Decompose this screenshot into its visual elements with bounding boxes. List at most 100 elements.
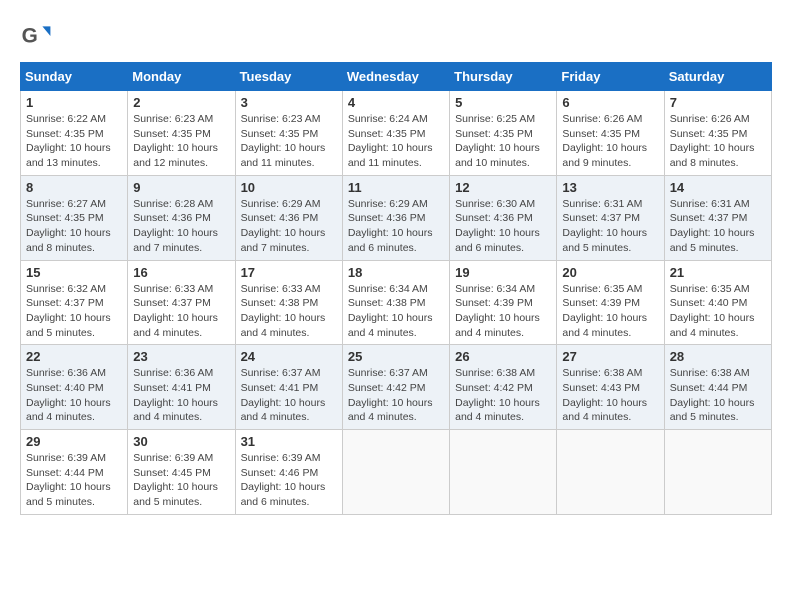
- day-info: Sunrise: 6:32 AM Sunset: 4:37 PM Dayligh…: [26, 282, 122, 341]
- day-info: Sunrise: 6:37 AM Sunset: 4:41 PM Dayligh…: [241, 366, 337, 425]
- day-number: 30: [133, 434, 229, 449]
- day-number: 19: [455, 265, 551, 280]
- calendar-cell: 4 Sunrise: 6:24 AM Sunset: 4:35 PM Dayli…: [342, 91, 449, 176]
- weekday-header-friday: Friday: [557, 63, 664, 91]
- svg-text:G: G: [22, 24, 38, 47]
- day-info: Sunrise: 6:33 AM Sunset: 4:37 PM Dayligh…: [133, 282, 229, 341]
- day-info: Sunrise: 6:39 AM Sunset: 4:46 PM Dayligh…: [241, 451, 337, 510]
- day-number: 23: [133, 349, 229, 364]
- weekday-header-monday: Monday: [128, 63, 235, 91]
- calendar-cell: 14 Sunrise: 6:31 AM Sunset: 4:37 PM Dayl…: [664, 175, 771, 260]
- day-info: Sunrise: 6:37 AM Sunset: 4:42 PM Dayligh…: [348, 366, 444, 425]
- day-info: Sunrise: 6:38 AM Sunset: 4:44 PM Dayligh…: [670, 366, 766, 425]
- calendar-week-1: 1 Sunrise: 6:22 AM Sunset: 4:35 PM Dayli…: [21, 91, 772, 176]
- calendar-cell: 1 Sunrise: 6:22 AM Sunset: 4:35 PM Dayli…: [21, 91, 128, 176]
- calendar-week-3: 15 Sunrise: 6:32 AM Sunset: 4:37 PM Dayl…: [21, 260, 772, 345]
- calendar-cell: 30 Sunrise: 6:39 AM Sunset: 4:45 PM Dayl…: [128, 430, 235, 515]
- day-info: Sunrise: 6:22 AM Sunset: 4:35 PM Dayligh…: [26, 112, 122, 171]
- calendar-week-4: 22 Sunrise: 6:36 AM Sunset: 4:40 PM Dayl…: [21, 345, 772, 430]
- calendar-cell: 3 Sunrise: 6:23 AM Sunset: 4:35 PM Dayli…: [235, 91, 342, 176]
- day-info: Sunrise: 6:38 AM Sunset: 4:42 PM Dayligh…: [455, 366, 551, 425]
- day-number: 18: [348, 265, 444, 280]
- day-number: 7: [670, 95, 766, 110]
- calendar-cell: 15 Sunrise: 6:32 AM Sunset: 4:37 PM Dayl…: [21, 260, 128, 345]
- logo-icon: G: [20, 20, 52, 52]
- day-number: 10: [241, 180, 337, 195]
- day-info: Sunrise: 6:34 AM Sunset: 4:39 PM Dayligh…: [455, 282, 551, 341]
- calendar-cell: 25 Sunrise: 6:37 AM Sunset: 4:42 PM Dayl…: [342, 345, 449, 430]
- calendar-cell: [557, 430, 664, 515]
- logo: G: [20, 20, 56, 52]
- calendar-cell: 29 Sunrise: 6:39 AM Sunset: 4:44 PM Dayl…: [21, 430, 128, 515]
- day-number: 8: [26, 180, 122, 195]
- day-info: Sunrise: 6:27 AM Sunset: 4:35 PM Dayligh…: [26, 197, 122, 256]
- day-number: 2: [133, 95, 229, 110]
- day-number: 26: [455, 349, 551, 364]
- calendar-cell: 18 Sunrise: 6:34 AM Sunset: 4:38 PM Dayl…: [342, 260, 449, 345]
- calendar-cell: 8 Sunrise: 6:27 AM Sunset: 4:35 PM Dayli…: [21, 175, 128, 260]
- day-number: 20: [562, 265, 658, 280]
- calendar-cell: 9 Sunrise: 6:28 AM Sunset: 4:36 PM Dayli…: [128, 175, 235, 260]
- day-number: 3: [241, 95, 337, 110]
- day-info: Sunrise: 6:30 AM Sunset: 4:36 PM Dayligh…: [455, 197, 551, 256]
- day-number: 17: [241, 265, 337, 280]
- day-info: Sunrise: 6:36 AM Sunset: 4:40 PM Dayligh…: [26, 366, 122, 425]
- day-info: Sunrise: 6:31 AM Sunset: 4:37 PM Dayligh…: [670, 197, 766, 256]
- calendar-cell: 13 Sunrise: 6:31 AM Sunset: 4:37 PM Dayl…: [557, 175, 664, 260]
- day-info: Sunrise: 6:25 AM Sunset: 4:35 PM Dayligh…: [455, 112, 551, 171]
- calendar-cell: 21 Sunrise: 6:35 AM Sunset: 4:40 PM Dayl…: [664, 260, 771, 345]
- calendar-cell: 31 Sunrise: 6:39 AM Sunset: 4:46 PM Dayl…: [235, 430, 342, 515]
- weekday-header-tuesday: Tuesday: [235, 63, 342, 91]
- day-info: Sunrise: 6:26 AM Sunset: 4:35 PM Dayligh…: [562, 112, 658, 171]
- day-info: Sunrise: 6:35 AM Sunset: 4:40 PM Dayligh…: [670, 282, 766, 341]
- day-info: Sunrise: 6:33 AM Sunset: 4:38 PM Dayligh…: [241, 282, 337, 341]
- calendar-cell: 6 Sunrise: 6:26 AM Sunset: 4:35 PM Dayli…: [557, 91, 664, 176]
- calendar-cell: 20 Sunrise: 6:35 AM Sunset: 4:39 PM Dayl…: [557, 260, 664, 345]
- calendar-cell: [342, 430, 449, 515]
- day-number: 21: [670, 265, 766, 280]
- calendar-cell: 16 Sunrise: 6:33 AM Sunset: 4:37 PM Dayl…: [128, 260, 235, 345]
- day-number: 4: [348, 95, 444, 110]
- day-number: 24: [241, 349, 337, 364]
- day-number: 29: [26, 434, 122, 449]
- day-info: Sunrise: 6:36 AM Sunset: 4:41 PM Dayligh…: [133, 366, 229, 425]
- day-number: 27: [562, 349, 658, 364]
- calendar-cell: 5 Sunrise: 6:25 AM Sunset: 4:35 PM Dayli…: [450, 91, 557, 176]
- calendar-cell: 23 Sunrise: 6:36 AM Sunset: 4:41 PM Dayl…: [128, 345, 235, 430]
- calendar-cell: 22 Sunrise: 6:36 AM Sunset: 4:40 PM Dayl…: [21, 345, 128, 430]
- calendar-cell: [664, 430, 771, 515]
- calendar-week-5: 29 Sunrise: 6:39 AM Sunset: 4:44 PM Dayl…: [21, 430, 772, 515]
- day-info: Sunrise: 6:23 AM Sunset: 4:35 PM Dayligh…: [133, 112, 229, 171]
- weekday-header-sunday: Sunday: [21, 63, 128, 91]
- day-info: Sunrise: 6:26 AM Sunset: 4:35 PM Dayligh…: [670, 112, 766, 171]
- day-info: Sunrise: 6:34 AM Sunset: 4:38 PM Dayligh…: [348, 282, 444, 341]
- day-number: 13: [562, 180, 658, 195]
- day-info: Sunrise: 6:23 AM Sunset: 4:35 PM Dayligh…: [241, 112, 337, 171]
- calendar-cell: 17 Sunrise: 6:33 AM Sunset: 4:38 PM Dayl…: [235, 260, 342, 345]
- day-info: Sunrise: 6:35 AM Sunset: 4:39 PM Dayligh…: [562, 282, 658, 341]
- day-number: 6: [562, 95, 658, 110]
- day-info: Sunrise: 6:31 AM Sunset: 4:37 PM Dayligh…: [562, 197, 658, 256]
- day-number: 5: [455, 95, 551, 110]
- day-info: Sunrise: 6:39 AM Sunset: 4:45 PM Dayligh…: [133, 451, 229, 510]
- calendar-cell: 11 Sunrise: 6:29 AM Sunset: 4:36 PM Dayl…: [342, 175, 449, 260]
- weekday-header-wednesday: Wednesday: [342, 63, 449, 91]
- day-number: 14: [670, 180, 766, 195]
- calendar-cell: 7 Sunrise: 6:26 AM Sunset: 4:35 PM Dayli…: [664, 91, 771, 176]
- day-info: Sunrise: 6:29 AM Sunset: 4:36 PM Dayligh…: [241, 197, 337, 256]
- calendar-cell: 19 Sunrise: 6:34 AM Sunset: 4:39 PM Dayl…: [450, 260, 557, 345]
- calendar-cell: [450, 430, 557, 515]
- day-info: Sunrise: 6:24 AM Sunset: 4:35 PM Dayligh…: [348, 112, 444, 171]
- day-number: 31: [241, 434, 337, 449]
- weekday-header-saturday: Saturday: [664, 63, 771, 91]
- calendar-cell: 26 Sunrise: 6:38 AM Sunset: 4:42 PM Dayl…: [450, 345, 557, 430]
- day-number: 25: [348, 349, 444, 364]
- day-number: 11: [348, 180, 444, 195]
- calendar-cell: 24 Sunrise: 6:37 AM Sunset: 4:41 PM Dayl…: [235, 345, 342, 430]
- weekday-header-row: SundayMondayTuesdayWednesdayThursdayFrid…: [21, 63, 772, 91]
- day-info: Sunrise: 6:38 AM Sunset: 4:43 PM Dayligh…: [562, 366, 658, 425]
- calendar-cell: 2 Sunrise: 6:23 AM Sunset: 4:35 PM Dayli…: [128, 91, 235, 176]
- calendar-week-2: 8 Sunrise: 6:27 AM Sunset: 4:35 PM Dayli…: [21, 175, 772, 260]
- day-number: 28: [670, 349, 766, 364]
- day-info: Sunrise: 6:29 AM Sunset: 4:36 PM Dayligh…: [348, 197, 444, 256]
